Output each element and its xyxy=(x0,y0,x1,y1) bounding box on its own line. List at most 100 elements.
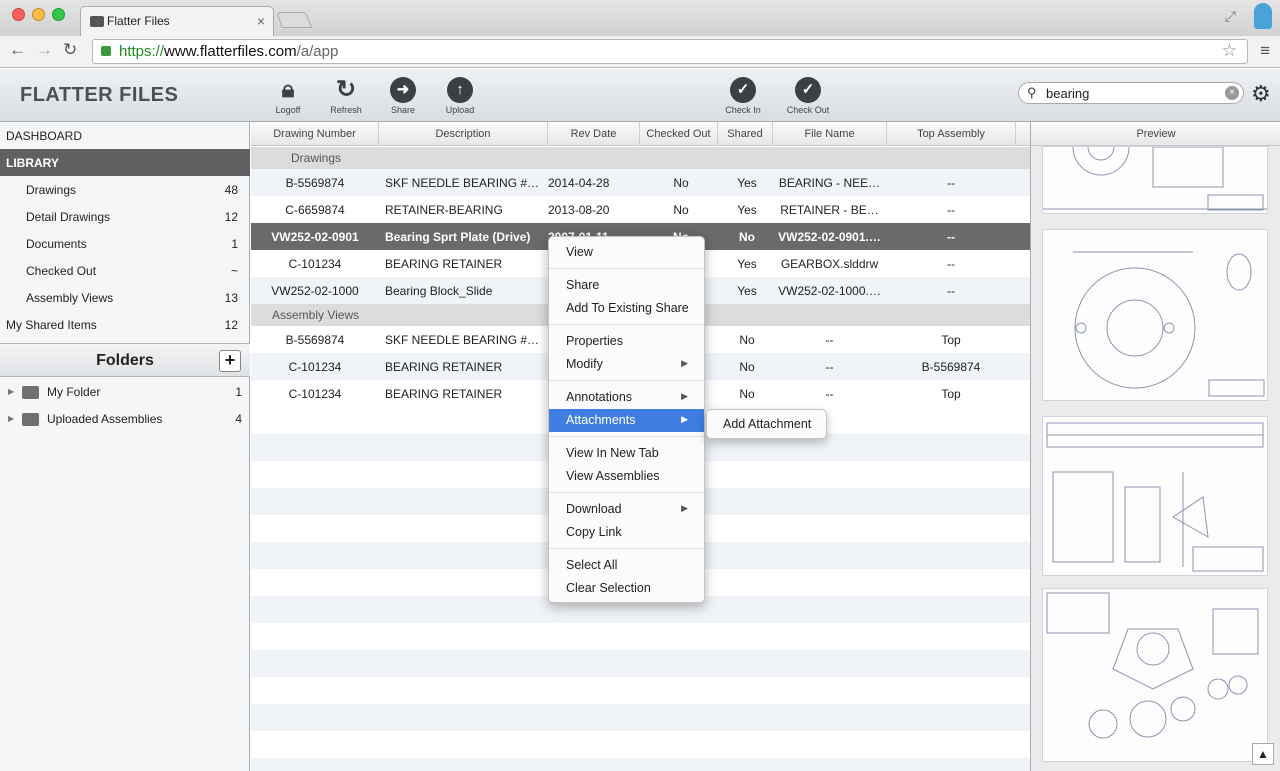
menu-item-clear-selection[interactable]: Clear Selection xyxy=(549,577,704,600)
table-row[interactable]: C-6659874 RETAINER-BEARING 2013-08-20 No Yes… xyxy=(251,196,1030,223)
check-in-button[interactable]: ✓ Check In xyxy=(715,77,771,115)
search-input[interactable]: ⚲ bearing × xyxy=(1018,82,1244,104)
forward-icon[interactable]: → xyxy=(36,40,53,60)
sidebar-item-detail-drawings[interactable]: Detail Drawings 12 xyxy=(0,203,250,230)
disclosure-triangle-icon[interactable]: ▶ xyxy=(8,414,14,423)
new-tab-button[interactable] xyxy=(276,12,312,28)
sidebar-item-checked-out[interactable]: Checked Out ~ xyxy=(0,257,250,284)
menu-item-view-assemblies[interactable]: View Assemblies xyxy=(549,465,704,488)
zoom-window-button[interactable] xyxy=(52,8,65,21)
fullscreen-icon[interactable]: ⤢ xyxy=(1225,8,1236,25)
address-toolbar: ← → ↻ https://www.flatterfiles.com/a/app… xyxy=(0,36,1280,68)
sidebar-item-documents[interactable]: Documents 1 xyxy=(0,230,250,257)
browser-titlebar: Flatter Files × ⤢ xyxy=(0,0,1280,36)
close-tab-icon[interactable]: × xyxy=(257,13,265,29)
browser-menu-icon[interactable]: ≡ xyxy=(1260,41,1270,61)
column-top-assembly[interactable]: Top Assembly xyxy=(887,122,1016,146)
check-out-label: Check Out xyxy=(786,105,830,115)
preview-thumbnail[interactable] xyxy=(1042,588,1268,762)
folder-item-my-folder[interactable]: ▶ My Folder 1 xyxy=(0,379,250,406)
sidebar-item-label: Documents xyxy=(26,237,87,251)
share-arrow-icon: ➜ xyxy=(390,77,416,103)
url-field[interactable]: https://www.flatterfiles.com/a/app ☆ xyxy=(92,39,1248,64)
sidebar-item-library[interactable]: LIBRARY xyxy=(0,149,250,176)
menu-item-select-all[interactable]: Select All xyxy=(549,554,704,577)
cell-checked-out: No xyxy=(673,203,689,217)
menu-item-properties[interactable]: Properties xyxy=(549,330,704,353)
column-file-name[interactable]: File Name xyxy=(773,122,887,146)
menu-item-annotations[interactable]: Annotations ▶ xyxy=(549,386,704,409)
cell-drawing-number: B-5569874 xyxy=(285,176,345,190)
refresh-button[interactable]: ↻ Refresh xyxy=(318,77,374,116)
menu-item-copy-link[interactable]: Copy Link xyxy=(549,521,704,544)
submenu-add-attachment[interactable]: Add Attachment xyxy=(706,409,827,439)
folder-count: 4 xyxy=(235,412,242,426)
column-rev-date[interactable]: Rev Date xyxy=(548,122,640,146)
preview-thumbnail[interactable] xyxy=(1042,146,1268,214)
bookmark-star-icon[interactable]: ☆ xyxy=(1222,41,1237,61)
sidebar-item-shared[interactable]: My Shared Items 12 xyxy=(0,311,250,338)
tab-title: Flatter Files xyxy=(107,14,170,28)
menu-item-modify[interactable]: Modify ▶ xyxy=(549,353,704,376)
menu-item-view-in-new-tab[interactable]: View In New Tab xyxy=(549,442,704,465)
browser-tab[interactable]: Flatter Files × xyxy=(80,6,274,36)
reload-icon[interactable]: ↻ xyxy=(63,40,77,60)
menu-item-attachments[interactable]: Attachments ▶ xyxy=(549,409,704,432)
folder-item-uploaded-assemblies[interactable]: ▶ Uploaded Assemblies 4 xyxy=(0,406,250,433)
sidebar-item-dashboard[interactable]: DASHBOARD xyxy=(0,122,250,149)
table-row[interactable]: B-5569874 SKF NEEDLE BEARING #… 2014-04-28… xyxy=(251,169,1030,196)
preview-header: Preview xyxy=(1031,122,1280,146)
cell-shared: No xyxy=(739,230,755,244)
clear-search-icon[interactable]: × xyxy=(1225,86,1239,100)
menu-item-view[interactable]: View xyxy=(549,241,704,264)
url-host: www.flatterfiles.com xyxy=(164,43,297,60)
add-folder-button[interactable]: + xyxy=(219,350,241,372)
menu-separator xyxy=(549,492,704,493)
app-logo: FLATTER FILES xyxy=(20,84,179,106)
sidebar-item-label: Drawings xyxy=(26,183,77,197)
sidebar-item-drawings[interactable]: Drawings 48 xyxy=(0,176,250,203)
menu-label: Annotations xyxy=(566,390,633,404)
column-shared[interactable]: Shared xyxy=(718,122,773,146)
back-icon[interactable]: ← xyxy=(9,40,26,60)
disclosure-triangle-icon[interactable]: ▶ xyxy=(8,387,14,396)
empty-row xyxy=(251,650,1030,677)
cell-drawing-number: C-101234 xyxy=(288,257,342,271)
column-drawing-number[interactable]: Drawing Number xyxy=(251,122,379,146)
preview-thumbnail[interactable] xyxy=(1042,229,1268,401)
item-count: 1 xyxy=(231,237,238,251)
preview-thumbnail[interactable] xyxy=(1042,416,1268,576)
drawing-preview xyxy=(1046,592,1259,739)
group-header-drawings: Drawings xyxy=(251,147,1030,169)
cell-file-name: -- xyxy=(825,333,834,347)
column-checked-out[interactable]: Checked Out xyxy=(640,122,718,146)
check-out-button[interactable]: ✓ Check Out xyxy=(780,77,836,115)
cell-drawing-number: C-101234 xyxy=(288,387,342,401)
cell-description: Bearing Block_Slide xyxy=(385,284,493,298)
cell-rev-date: 2014-04-28 xyxy=(548,176,610,190)
sidebar: DASHBOARD LIBRARY Drawings 48 Detail Draw… xyxy=(0,122,250,771)
gear-icon[interactable]: ⚙ xyxy=(1251,81,1271,107)
cell-file-name: VW252-02-1000.… xyxy=(778,284,881,298)
upload-button[interactable]: ↑ Upload xyxy=(432,77,488,115)
profile-icon[interactable] xyxy=(1254,3,1272,29)
cell-top-assembly: -- xyxy=(947,230,955,244)
column-description[interactable]: Description xyxy=(379,122,548,146)
close-window-button[interactable] xyxy=(12,8,25,21)
url-path: /a/app xyxy=(296,43,339,60)
preview-pane: Preview ▲ xyxy=(1030,122,1280,771)
minimize-window-button[interactable] xyxy=(32,8,45,21)
sidebar-item-assembly-views[interactable]: Assembly Views 13 xyxy=(0,284,250,311)
cell-file-name: RETAINER - BE… xyxy=(780,203,879,217)
logoff-button[interactable]: 🔒︎ Logoff xyxy=(260,77,316,116)
menu-item-share[interactable]: Share xyxy=(549,274,704,297)
menu-item-add-to-existing-share[interactable]: Add To Existing Share xyxy=(549,297,704,320)
cell-shared: Yes xyxy=(737,203,757,217)
cell-description: RETAINER-BEARING xyxy=(385,203,503,217)
menu-item-download[interactable]: Download ▶ xyxy=(549,498,704,521)
search-icon: ⚲ xyxy=(1027,85,1037,100)
menu-separator xyxy=(549,548,704,549)
share-button[interactable]: ➜ Share xyxy=(375,77,431,115)
submenu-arrow-icon: ▶ xyxy=(681,391,688,401)
scroll-top-button[interactable]: ▲ xyxy=(1252,743,1274,765)
